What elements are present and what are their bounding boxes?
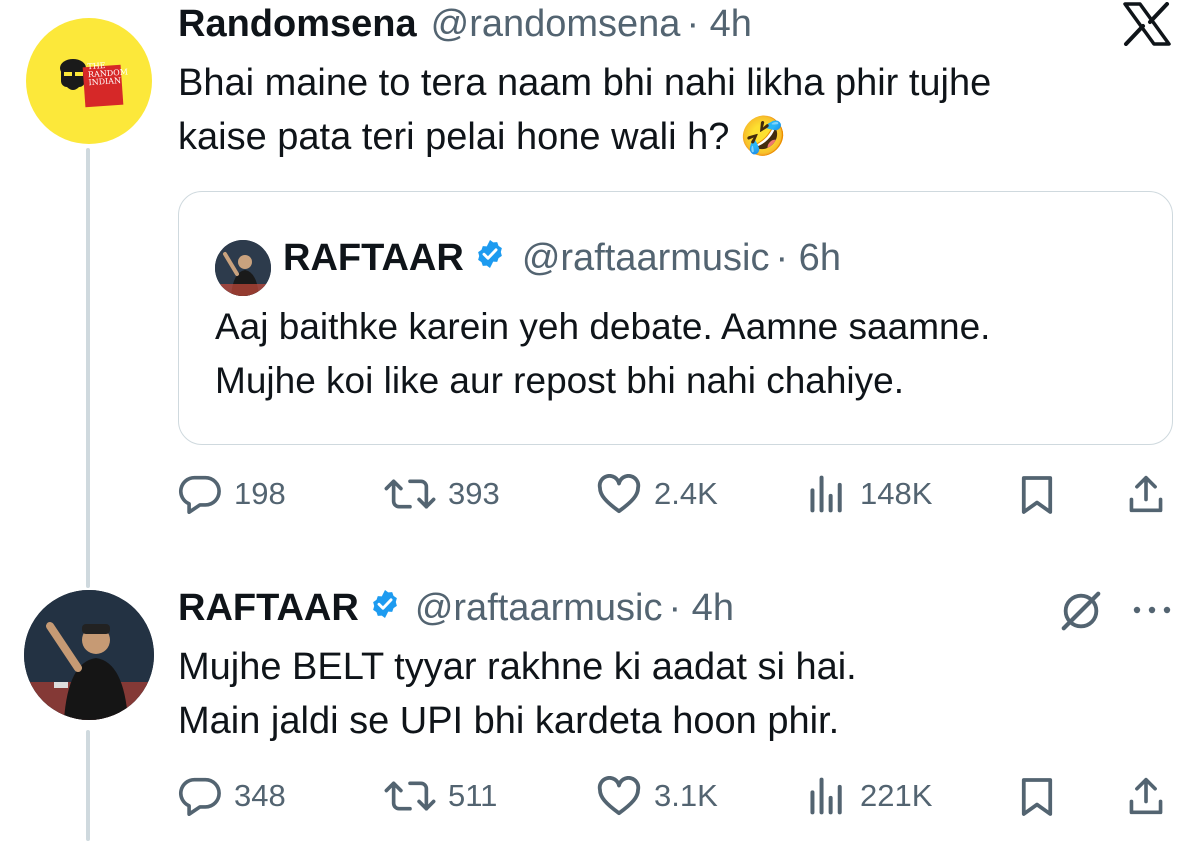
bookmark-button[interactable]: [1020, 776, 1054, 823]
repost-button[interactable]: 393: [384, 474, 500, 514]
thread-line-top: [86, 148, 90, 588]
share-icon: [1129, 777, 1163, 815]
reply-icon: [179, 777, 221, 816]
grok-icon[interactable]: [1058, 588, 1104, 639]
views-button[interactable]: 221K: [806, 776, 932, 816]
tweet1-text-line1: Bhai maine to tera naam bhi nahi likha p…: [178, 62, 992, 104]
tweet2-header: RAFTAAR @raftaarmusic · 4h: [178, 584, 734, 632]
repost-icon: [384, 479, 436, 509]
quote-text-line1: Aaj baithke karein yeh debate. Aamne saa…: [215, 306, 991, 347]
like-count: 2.4K: [654, 476, 718, 511]
tweet1-text-line2: kaise pata teri pelai hone wali h? 🤣: [178, 116, 788, 158]
views-button[interactable]: 148K: [806, 474, 932, 514]
verified-badge-icon: [369, 587, 401, 630]
quote-text-line2: Mujhe koi like aur repost bhi nahi chahi…: [215, 360, 904, 401]
quote-avatar-raftaar[interactable]: [215, 240, 271, 296]
reply-icon: [179, 475, 221, 514]
like-button[interactable]: 2.4K: [596, 474, 718, 514]
quote-text: Aaj baithke karein yeh debate. Aamne saa…: [215, 300, 990, 408]
x-logo-icon[interactable]: [1122, 2, 1172, 51]
verified-badge-icon: [474, 237, 506, 280]
tweet-time[interactable]: · 4h: [668, 587, 733, 630]
tweet2-text: Mujhe BELT tyyar rakhne ki aadat si hai.…: [178, 640, 857, 748]
author-handle[interactable]: @randomsena: [431, 3, 681, 46]
like-icon: [597, 474, 641, 514]
quote-header: RAFTAAR @raftaarmusic · 6h: [283, 232, 841, 284]
share-button[interactable]: [1126, 776, 1166, 821]
reply-count: 198: [234, 476, 286, 511]
repost-count: 393: [448, 476, 500, 511]
tweet2-text-line1: Mujhe BELT tyyar rakhne ki aadat si hai.: [178, 646, 857, 688]
repost-count: 511: [448, 778, 498, 813]
tweet-time[interactable]: · 4h: [686, 3, 751, 46]
share-button[interactable]: [1126, 474, 1166, 519]
tweet1-text: Bhai maine to tera naam bhi nahi likha p…: [178, 56, 991, 164]
like-button[interactable]: 3.1K: [596, 776, 718, 816]
repost-button[interactable]: 511: [384, 776, 497, 816]
avatar-randomsena[interactable]: THE RANDOM INDIAN: [26, 18, 152, 144]
author-name[interactable]: RAFTAAR: [178, 587, 359, 630]
like-icon: [597, 776, 641, 816]
author-handle[interactable]: @raftaarmusic: [415, 587, 663, 630]
more-icon[interactable]: [1130, 600, 1174, 625]
quote-time[interactable]: · 6h: [775, 237, 840, 280]
quote-author-name[interactable]: RAFTAAR: [283, 237, 464, 280]
views-count: 148K: [860, 476, 933, 511]
author-name[interactable]: Randomsena: [178, 3, 417, 46]
quoted-tweet[interactable]: RAFTAAR @raftaarmusic · 6h Aaj baithke k…: [178, 191, 1173, 445]
views-icon: [810, 777, 842, 815]
repost-icon: [384, 781, 436, 811]
share-icon: [1129, 475, 1163, 513]
reply-button[interactable]: 198: [178, 474, 286, 514]
bookmark-button[interactable]: [1020, 474, 1054, 521]
tweet1-header: Randomsena @randomsena · 4h: [178, 0, 752, 48]
like-count: 3.1K: [654, 778, 718, 813]
bookmark-icon: [1021, 778, 1053, 816]
quote-author-handle[interactable]: @raftaarmusic: [522, 237, 770, 280]
reply-button[interactable]: 348: [178, 776, 286, 816]
bookmark-icon: [1021, 476, 1053, 514]
tweet2-text-line2: Main jaldi se UPI bhi kardeta hoon phir.: [178, 700, 840, 742]
views-icon: [810, 475, 842, 513]
reply-count: 348: [234, 778, 286, 813]
avatar-raftaar[interactable]: [24, 590, 154, 720]
views-count: 221K: [860, 778, 933, 813]
thread-line-bottom: [86, 730, 90, 841]
